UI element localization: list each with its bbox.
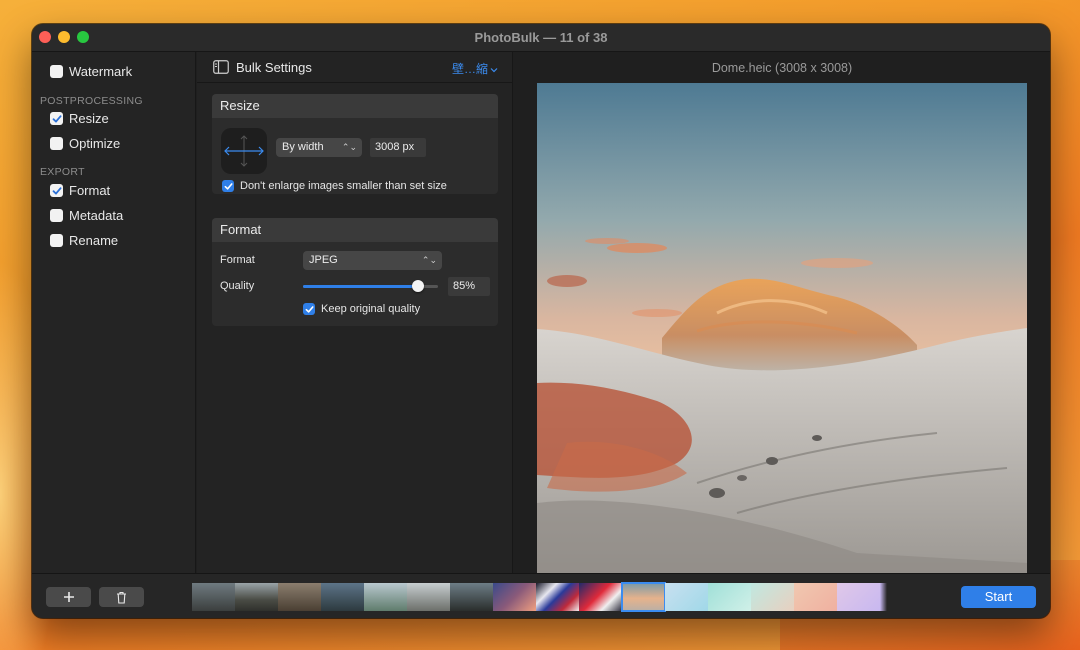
- quality-slider[interactable]: [303, 280, 438, 292]
- sidebar: Watermark POSTPROCESSING Resize Optimize…: [32, 52, 196, 573]
- thumbnail[interactable]: [450, 583, 493, 611]
- sidebar-item-format[interactable]: Format: [50, 183, 110, 198]
- format-value: JPEG: [309, 254, 338, 266]
- section-export-title: EXPORT: [40, 166, 85, 178]
- keep-quality-checkbox[interactable]: [303, 303, 315, 315]
- sidebar-item-rename[interactable]: Rename: [50, 233, 118, 248]
- section-postprocessing-title: POSTPROCESSING: [40, 95, 143, 107]
- sidebar-item-label: Rename: [69, 233, 119, 248]
- format-checkbox[interactable]: [50, 184, 63, 197]
- chevron-down-icon: [490, 68, 498, 73]
- sidebar-item-resize[interactable]: Resize: [50, 111, 109, 126]
- sidebar-item-watermark[interactable]: Watermark: [50, 64, 132, 79]
- preview-image: [537, 83, 1027, 573]
- optimize-checkbox[interactable]: [50, 137, 63, 150]
- thumbnail[interactable]: [321, 583, 364, 611]
- preview-pane: Dome.heic (3008 x 3008): [514, 52, 1050, 573]
- thumbnail[interactable]: [364, 583, 407, 611]
- thumbnail-partial[interactable]: [880, 583, 887, 611]
- resize-mode-value: By width: [282, 141, 324, 153]
- format-card: Format Format JPEG ⌃⌄ Quality 85% Keep o…: [212, 218, 498, 326]
- thumbnail-filmstrip[interactable]: [192, 582, 887, 612]
- rename-checkbox[interactable]: [50, 234, 63, 247]
- bottom-toolbar: Start: [32, 573, 1050, 618]
- quality-label: Quality: [220, 280, 255, 292]
- plus-icon: [63, 592, 74, 602]
- no-enlarge-row[interactable]: Don't enlarge images smaller than set si…: [222, 180, 447, 192]
- updown-arrows-icon: ⌃⌄: [341, 142, 357, 152]
- resize-checkbox[interactable]: [50, 112, 63, 125]
- settings-title: Bulk Settings: [236, 60, 312, 75]
- checkmark-icon: [52, 114, 61, 122]
- thumbnail-selected[interactable]: [621, 582, 666, 612]
- sidebar-toggle-icon[interactable]: [213, 60, 229, 74]
- watermark-checkbox[interactable]: [50, 65, 63, 78]
- preview-filename: Dome.heic (3008 x 3008): [711, 61, 853, 75]
- checkmark-icon: [305, 305, 314, 313]
- app-window: PhotoBulk — 11 of 38 Watermark POSTPROCE…: [32, 24, 1050, 618]
- format-label: Format: [220, 254, 255, 266]
- no-enlarge-checkbox[interactable]: [222, 180, 234, 192]
- sidebar-item-metadata[interactable]: Metadata: [50, 208, 123, 223]
- settings-preset-label: 壁…縮: [451, 62, 488, 76]
- thumbnail[interactable]: [235, 583, 278, 611]
- resize-width-input[interactable]: 3008 px: [370, 138, 426, 157]
- thumbnail[interactable]: [278, 583, 321, 611]
- resize-arrows-icon: [224, 135, 264, 167]
- metadata-checkbox[interactable]: [50, 209, 63, 222]
- bulk-settings-panel: Bulk Settings 壁…縮 Resize By width ⌃⌄ 300…: [197, 52, 513, 573]
- thumbnail[interactable]: [493, 583, 536, 611]
- remove-images-button[interactable]: [99, 587, 144, 607]
- preview-photo-illustration: [537, 83, 1027, 573]
- thumbnail[interactable]: [192, 583, 235, 611]
- sidebar-item-label: Format: [69, 183, 111, 198]
- window-title: PhotoBulk — 11 of 38: [474, 30, 608, 45]
- settings-preset-menu[interactable]: 壁…縮: [452, 60, 498, 77]
- thumbnail[interactable]: [407, 583, 450, 611]
- keep-quality-row[interactable]: Keep original quality: [303, 303, 420, 315]
- quality-value-input[interactable]: 85%: [448, 277, 490, 296]
- checkmark-icon: [52, 186, 61, 194]
- thumbnail[interactable]: [536, 583, 579, 611]
- sidebar-item-optimize[interactable]: Optimize: [50, 136, 120, 151]
- quality-slider-fill: [303, 285, 418, 288]
- sidebar-item-label: Resize: [69, 111, 109, 126]
- format-card-title: Format: [212, 218, 498, 242]
- thumbnail[interactable]: [708, 583, 751, 611]
- format-select[interactable]: JPEG ⌃⌄: [303, 251, 442, 270]
- thumbnail[interactable]: [794, 583, 837, 611]
- title-bar: PhotoBulk — 11 of 38: [32, 24, 1050, 52]
- thumbnail[interactable]: [665, 583, 708, 611]
- thumbnail[interactable]: [579, 583, 622, 611]
- resize-card: Resize By width ⌃⌄ 3008 px Don't enlarge…: [212, 94, 498, 194]
- thumbnail[interactable]: [751, 583, 794, 611]
- keep-quality-label: Keep original quality: [321, 303, 421, 315]
- thumbnail[interactable]: [837, 583, 880, 611]
- settings-header: Bulk Settings 壁…縮: [197, 52, 512, 83]
- quality-slider-knob[interactable]: [411, 280, 424, 292]
- updown-arrows-icon: ⌃⌄: [421, 255, 437, 265]
- sidebar-item-label: Optimize: [69, 136, 121, 151]
- no-enlarge-label: Don't enlarge images smaller than set si…: [240, 180, 447, 192]
- add-images-button[interactable]: [46, 587, 91, 607]
- resize-preview-thumbnail: [221, 128, 267, 174]
- checkmark-icon: [224, 182, 233, 190]
- sidebar-item-label: Metadata: [69, 208, 124, 223]
- sidebar-item-label: Watermark: [69, 64, 133, 79]
- start-button[interactable]: Start: [961, 586, 1036, 608]
- resize-card-title: Resize: [212, 94, 498, 118]
- resize-mode-select[interactable]: By width ⌃⌄: [276, 138, 362, 157]
- trash-icon: [117, 591, 126, 604]
